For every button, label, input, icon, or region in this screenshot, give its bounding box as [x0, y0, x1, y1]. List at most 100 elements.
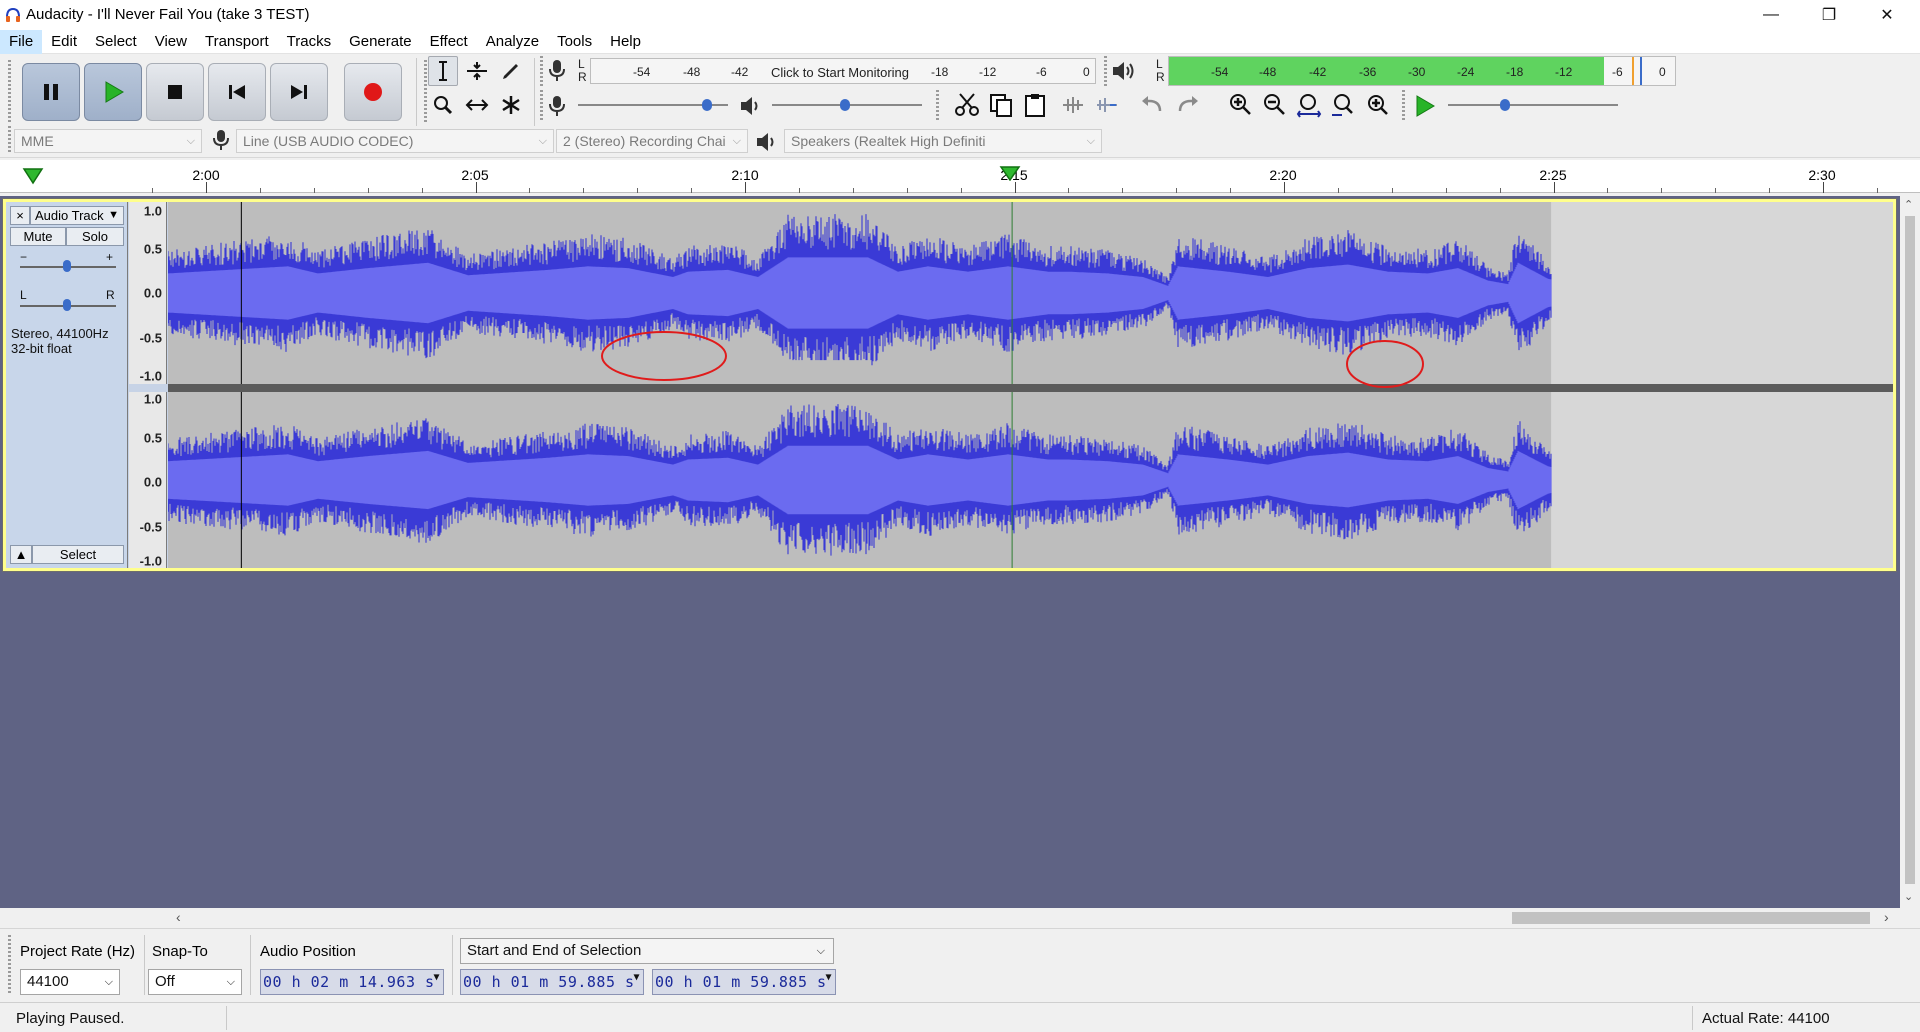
- redo-icon[interactable]: [1174, 92, 1200, 118]
- toolbar-grip[interactable]: [8, 60, 11, 124]
- undo-icon[interactable]: [1140, 92, 1166, 118]
- track-panel[interactable]: × Audio Track ▼ Mute Solo − + L R Stereo,…: [0, 196, 1900, 908]
- toolbar-grip[interactable]: [1402, 90, 1405, 120]
- selection-start-control[interactable]: 00 h 01 m 59.885 s ▼: [460, 969, 644, 995]
- channel-2-scale[interactable]: 1.0 0.5 0.0 -0.5 -1.0: [129, 392, 167, 569]
- selection-mode-select[interactable]: Start and End of Selection ⌵: [460, 938, 834, 964]
- scroll-up-icon[interactable]: ⌃: [1904, 198, 1913, 211]
- microphone-icon[interactable]: [546, 58, 568, 84]
- channel-1-waveform[interactable]: [168, 202, 1893, 384]
- zoom-out-icon[interactable]: [1262, 92, 1288, 118]
- channel-1-scale[interactable]: 1.0 0.5 0.0 -0.5 -1.0: [129, 202, 167, 384]
- recording-device-select[interactable]: Line (USB AUDIO CODEC) ⌵: [236, 129, 554, 153]
- toolbar-grip[interactable]: [936, 90, 939, 120]
- skip-to-end-button[interactable]: [270, 63, 328, 121]
- scroll-left-icon[interactable]: ‹: [176, 909, 181, 925]
- zoom-in-icon[interactable]: [1228, 92, 1254, 118]
- time-shift-tool-button[interactable]: [462, 90, 492, 120]
- mute-button[interactable]: Mute: [10, 227, 66, 246]
- vertical-scrollbar[interactable]: ⌃ ⌄: [1900, 196, 1920, 908]
- fit-selection-icon[interactable]: [1296, 92, 1322, 118]
- solo-button[interactable]: Solo: [66, 227, 124, 246]
- play-button[interactable]: [84, 63, 142, 121]
- menu-analyze[interactable]: Analyze: [477, 30, 548, 54]
- paste-icon[interactable]: [1022, 92, 1048, 118]
- fit-project-icon[interactable]: [1330, 92, 1356, 118]
- multi-tool-button[interactable]: [496, 90, 526, 120]
- click-to-start-monitoring-label[interactable]: Click to Start Monitoring: [771, 65, 909, 80]
- ruler-tick: [1607, 188, 1609, 193]
- playback-meter[interactable]: -54 -48 -42 -36 -30 -24 -18 -12 -6 0: [1168, 56, 1676, 86]
- minimize-button[interactable]: —: [1742, 0, 1800, 30]
- menu-tracks[interactable]: Tracks: [278, 30, 340, 54]
- scroll-down-icon[interactable]: ⌄: [1904, 890, 1913, 903]
- zoom-toggle-icon[interactable]: [1364, 92, 1390, 118]
- selection-end-control[interactable]: 00 h 01 m 59.885 s ▼: [652, 969, 836, 995]
- channel-2-waveform[interactable]: [168, 392, 1893, 568]
- empty-track-area[interactable]: [1551, 202, 1893, 384]
- menu-file[interactable]: File: [0, 29, 43, 54]
- horizontal-scroll-thumb[interactable]: [1512, 912, 1870, 924]
- playback-volume-thumb[interactable]: [840, 99, 850, 111]
- record-button[interactable]: [344, 63, 402, 121]
- selection-tool-button[interactable]: [428, 56, 458, 86]
- playback-device-select[interactable]: Speakers (Realtek High Definiti ⌵: [784, 129, 1102, 153]
- play-speed-slider[interactable]: [1448, 104, 1618, 106]
- toolbar-grip[interactable]: [8, 935, 11, 995]
- toolbar-grip[interactable]: [540, 90, 543, 120]
- close-button[interactable]: ✕: [1858, 0, 1916, 30]
- select-track-button[interactable]: Select: [32, 545, 124, 564]
- collapse-track-button[interactable]: ▲: [10, 545, 32, 564]
- track-close-button[interactable]: ×: [10, 206, 30, 225]
- audio-host-select[interactable]: MME ⌵: [14, 129, 202, 153]
- toolbar-grip[interactable]: [8, 126, 11, 152]
- zoom-tool-button[interactable]: [428, 90, 458, 120]
- ruler-tick: [1230, 188, 1232, 193]
- menu-tools[interactable]: Tools: [548, 30, 601, 54]
- stop-button[interactable]: [146, 63, 204, 121]
- silence-audio-icon[interactable]: [1094, 92, 1120, 118]
- vertical-scroll-thumb[interactable]: [1905, 216, 1915, 884]
- cut-icon[interactable]: [954, 92, 980, 118]
- chevron-down-icon: ⌵: [816, 945, 825, 957]
- maximize-button[interactable]: ❐: [1800, 0, 1858, 30]
- pan-slider-thumb[interactable]: [63, 299, 71, 311]
- track-menu-button[interactable]: Audio Track ▼: [30, 206, 124, 225]
- envelope-tool-button[interactable]: [462, 56, 492, 86]
- playback-meter-tick: -48: [1259, 65, 1277, 79]
- menu-generate[interactable]: Generate: [340, 30, 421, 54]
- menu-effect[interactable]: Effect: [421, 30, 477, 54]
- trim-audio-icon[interactable]: [1060, 92, 1086, 118]
- skip-to-start-button[interactable]: [208, 63, 266, 121]
- pin-play-head-icon[interactable]: [22, 166, 44, 186]
- gain-slider-thumb[interactable]: [63, 260, 71, 272]
- record-meter[interactable]: -54 -48 -42 Click to Start Monitoring -1…: [590, 58, 1096, 84]
- draw-tool-button[interactable]: [496, 56, 526, 86]
- recording-volume-thumb[interactable]: [702, 99, 712, 111]
- toolbar-separator: [250, 935, 251, 995]
- play-at-speed-icon[interactable]: [1412, 94, 1438, 118]
- toolbar-grip[interactable]: [1104, 56, 1107, 86]
- menu-transport[interactable]: Transport: [196, 30, 278, 54]
- empty-track-area[interactable]: [1551, 392, 1893, 568]
- play-speed-thumb[interactable]: [1500, 99, 1510, 111]
- audio-position-control[interactable]: 00 h 02 m 14.963 s ▼: [260, 969, 444, 995]
- menu-view[interactable]: View: [146, 30, 196, 54]
- snap-to-select[interactable]: Off ⌵: [148, 969, 242, 995]
- recording-channels-select[interactable]: 2 (Stereo) Recording Chai ⌵: [556, 129, 748, 153]
- project-rate-select[interactable]: 44100 ⌵: [20, 969, 120, 995]
- speaker-icon[interactable]: [1110, 59, 1136, 83]
- menu-help[interactable]: Help: [601, 30, 650, 54]
- horizontal-scrollbar[interactable]: ‹ ›: [0, 908, 1920, 928]
- audio-track[interactable]: × Audio Track ▼ Mute Solo − + L R Stereo,…: [2, 198, 1897, 572]
- pause-button[interactable]: [22, 63, 80, 121]
- toolbar-grip[interactable]: [424, 60, 427, 124]
- menu-edit[interactable]: Edit: [42, 30, 86, 54]
- copy-icon[interactable]: [988, 92, 1014, 118]
- play-head-marker-icon[interactable]: [999, 165, 1021, 181]
- toolbar-grip[interactable]: [540, 56, 543, 86]
- scroll-right-icon[interactable]: ›: [1884, 909, 1889, 925]
- clipping-annotation-circle: [1346, 340, 1424, 388]
- timeline-ruler[interactable]: 2:00 2:05 2:10 2:15 2:20 2:25 2:30: [0, 160, 1920, 193]
- menu-select[interactable]: Select: [86, 30, 146, 54]
